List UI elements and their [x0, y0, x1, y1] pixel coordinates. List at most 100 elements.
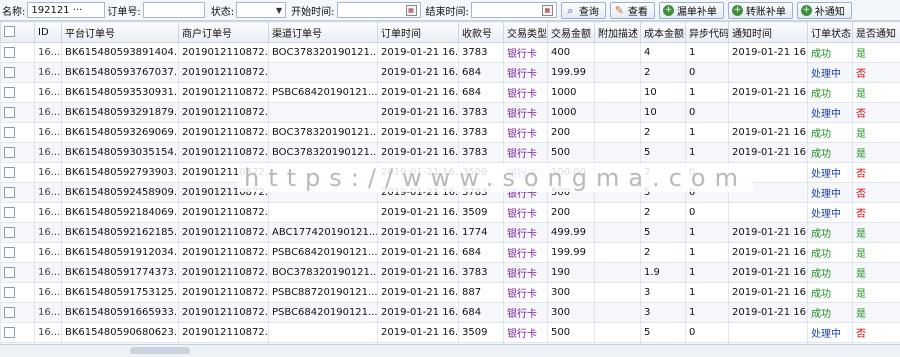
- column-header[interactable]: 收款号: [459, 22, 504, 43]
- column-header[interactable]: 商户订单号: [179, 22, 269, 43]
- select-all-header[interactable]: [1, 22, 35, 43]
- row-select-cell[interactable]: [1, 283, 35, 303]
- cell-payee: 684: [459, 83, 504, 103]
- table-row[interactable]: 16...BK615480590680623...2019012110872..…: [1, 323, 900, 343]
- cell-cost: 5: [641, 223, 686, 243]
- row-select-cell[interactable]: [1, 243, 35, 263]
- edit-icon: ✎: [614, 5, 625, 16]
- row-checkbox[interactable]: [4, 187, 15, 198]
- cell-type: 银行卡: [504, 123, 548, 143]
- cell-payee: 1774: [459, 223, 504, 243]
- row-checkbox[interactable]: [4, 127, 15, 138]
- column-header[interactable]: 异步代码: [686, 22, 729, 43]
- column-header[interactable]: 渠道订单号: [269, 22, 378, 43]
- row-checkbox[interactable]: [4, 47, 15, 58]
- row-checkbox[interactable]: [4, 247, 15, 258]
- status-select[interactable]: ▼: [236, 2, 286, 18]
- cell-async: 1: [686, 223, 729, 243]
- row-select-cell[interactable]: [1, 303, 35, 323]
- column-header[interactable]: 订单状态: [808, 22, 853, 43]
- row-checkbox[interactable]: [4, 167, 15, 178]
- missing-order-resupply-button[interactable]: +漏单补单: [659, 2, 724, 19]
- row-select-cell[interactable]: [1, 143, 35, 163]
- column-header[interactable]: 通知时间: [729, 22, 808, 43]
- row-select-cell[interactable]: [1, 103, 35, 123]
- row-checkbox[interactable]: [4, 107, 15, 118]
- column-header[interactable]: 订单时间: [378, 22, 459, 43]
- row-checkbox[interactable]: [4, 207, 15, 218]
- cell-payee: 887: [459, 283, 504, 303]
- table-row[interactable]: 16...BK615480591665933...2019012110872..…: [1, 303, 900, 323]
- table-row[interactable]: 16...BK615480593767037...2019012110872..…: [1, 63, 900, 83]
- row-select-cell[interactable]: [1, 323, 35, 343]
- order-number-input[interactable]: [143, 2, 205, 18]
- select-all-checkbox[interactable]: [4, 26, 15, 37]
- row-checkbox[interactable]: [4, 87, 15, 98]
- column-header[interactable]: 附加描述: [595, 22, 641, 43]
- row-checkbox[interactable]: [4, 287, 15, 298]
- column-header[interactable]: 交易金额: [548, 22, 595, 43]
- cell-id: 16...: [35, 163, 62, 183]
- row-checkbox[interactable]: [4, 307, 15, 318]
- row-select-cell[interactable]: [1, 263, 35, 283]
- cell-payee: 684: [459, 63, 504, 83]
- cell-amount: 300: [548, 283, 595, 303]
- table-row[interactable]: 16...BK615480591912034...2019012110872..…: [1, 243, 900, 263]
- transfer-resupply-button[interactable]: +转账补单: [728, 2, 793, 19]
- cell-channel: [269, 203, 378, 223]
- row-select-cell[interactable]: [1, 203, 35, 223]
- row-checkbox[interactable]: [4, 327, 15, 338]
- row-checkbox[interactable]: [4, 267, 15, 278]
- column-header[interactable]: 平台订单号: [62, 22, 179, 43]
- table-row[interactable]: 16...BK615480592162185...2019012110872..…: [1, 223, 900, 243]
- row-select-cell[interactable]: [1, 123, 35, 143]
- table-row[interactable]: 16...BK615480593269069...2019012110872..…: [1, 123, 900, 143]
- search-icon: ⌕: [565, 5, 576, 16]
- column-header[interactable]: 是否通知: [853, 22, 900, 43]
- cell-platform: BK615480592458909...: [62, 183, 179, 203]
- table-row[interactable]: 16...BK615480593035154...2019012110872..…: [1, 143, 900, 163]
- row-select-cell[interactable]: [1, 183, 35, 203]
- column-header[interactable]: 成本金额: [641, 22, 686, 43]
- table-row[interactable]: 16...BK615480592458909...2019012110872..…: [1, 183, 900, 203]
- table-row[interactable]: 16...BK615480591774373...2019012110872..…: [1, 263, 900, 283]
- plus-icon: +: [663, 5, 674, 16]
- table-row[interactable]: 16...BK615480591753125...2019012110872..…: [1, 283, 900, 303]
- row-select-cell[interactable]: [1, 163, 35, 183]
- row-checkbox[interactable]: [4, 67, 15, 78]
- table-row[interactable]: 16...BK615480593530931...2019012110872..…: [1, 83, 900, 103]
- cell-desc: [595, 283, 641, 303]
- cell-merchant: 2019012110872...: [179, 43, 269, 63]
- table-header-row: ID 平台订单号 商户订单号 渠道订单号 订单时间 收款号 交易类型 交易金额 …: [1, 22, 900, 43]
- cell-time: 2019-01-21 16...: [378, 223, 459, 243]
- start-time-input[interactable]: ▦: [337, 2, 421, 18]
- start-time-label: 开始时间:: [291, 3, 334, 18]
- calendar-icon[interactable]: ▦: [542, 5, 553, 16]
- row-select-cell[interactable]: [1, 83, 35, 103]
- cell-id: 16...: [35, 83, 62, 103]
- row-select-cell[interactable]: [1, 43, 35, 63]
- column-header[interactable]: ID: [35, 22, 62, 43]
- chevron-down-icon: ▼: [276, 6, 282, 15]
- cell-amount: 499.99: [548, 223, 595, 243]
- table-row[interactable]: 16...BK615480592184069...2019012110872..…: [1, 203, 900, 223]
- cell-id: 16...: [35, 183, 62, 203]
- cell-platform: BK615480591665933...: [62, 303, 179, 323]
- row-checkbox[interactable]: [4, 227, 15, 238]
- horizontal-scrollbar[interactable]: [0, 344, 900, 357]
- row-checkbox[interactable]: [4, 147, 15, 158]
- view-button[interactable]: ✎查看: [610, 2, 655, 19]
- query-button[interactable]: ⌕查询: [561, 2, 606, 19]
- calendar-icon[interactable]: ▦: [406, 5, 417, 16]
- table-row[interactable]: 16...BK615480593291879...2019012110872..…: [1, 103, 900, 123]
- column-header[interactable]: 交易类型: [504, 22, 548, 43]
- cell-amount: 500: [548, 323, 595, 343]
- row-select-cell[interactable]: [1, 63, 35, 83]
- row-select-cell[interactable]: [1, 223, 35, 243]
- scrollbar-thumb[interactable]: [130, 347, 190, 354]
- end-time-input[interactable]: ▦: [471, 2, 557, 18]
- name-input[interactable]: 192121 ···: [27, 2, 105, 18]
- table-row[interactable]: 16...BK615480592793903...2019012110872..…: [1, 163, 900, 183]
- table-row[interactable]: 16...BK615480593891404...2019012110872..…: [1, 43, 900, 63]
- resend-notify-button[interactable]: +补通知: [797, 2, 852, 19]
